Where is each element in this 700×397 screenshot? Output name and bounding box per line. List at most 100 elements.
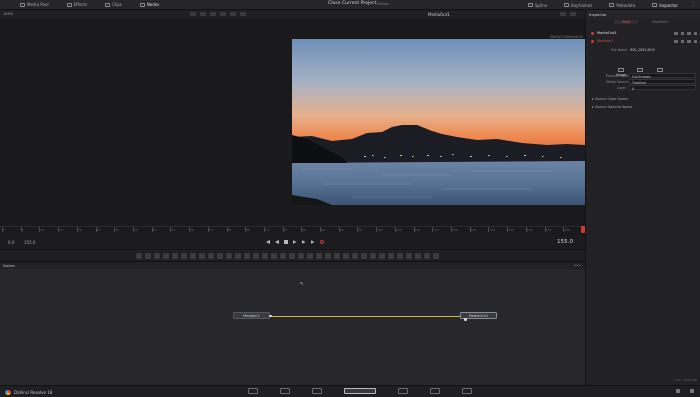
tool-icon[interactable] xyxy=(379,253,385,259)
tool-icon[interactable] xyxy=(370,253,376,259)
tool-icon[interactable] xyxy=(397,253,403,259)
keyframes-button[interactable]: Keyframes xyxy=(560,3,596,8)
tool-icon[interactable] xyxy=(298,253,304,259)
cut-page-icon[interactable] xyxy=(280,388,290,394)
media-source-label: Media Source xyxy=(606,80,629,84)
step-back-icon[interactable] xyxy=(275,240,279,244)
viewer-title: MediaOut1 xyxy=(428,11,450,17)
tool-icon[interactable] xyxy=(406,253,412,259)
tool-icon[interactable] xyxy=(154,253,160,259)
tool-icon[interactable] xyxy=(424,253,430,259)
toggle-icon[interactable] xyxy=(674,39,678,43)
spline-button[interactable]: Spline xyxy=(524,3,551,8)
more-options-icon[interactable]: ⋮ xyxy=(691,2,696,8)
viewer-option-icon[interactable] xyxy=(560,12,566,16)
source-gamma-space-section[interactable]: ▸ Source Gamma Space xyxy=(592,105,632,109)
zoom-select[interactable]: 100% xyxy=(3,12,13,16)
clips-button[interactable]: Clips xyxy=(101,2,126,7)
settings-icon[interactable] xyxy=(693,31,697,35)
media-page-icon[interactable] xyxy=(248,388,258,394)
media-source-select[interactable]: Timeline xyxy=(629,79,696,85)
tool-icon[interactable] xyxy=(181,253,187,259)
viewer-option-icon[interactable] xyxy=(240,12,246,16)
tool-icon[interactable] xyxy=(316,253,322,259)
media-out-row[interactable]: MediaOut1 xyxy=(586,29,700,37)
tool-icon[interactable] xyxy=(388,253,394,259)
viewer-option-icon[interactable] xyxy=(220,12,226,16)
tool-icon[interactable] xyxy=(208,253,214,259)
render-start-field[interactable]: 0.0 xyxy=(8,240,14,245)
settings-icon[interactable] xyxy=(690,389,694,393)
tool-icon[interactable] xyxy=(307,253,313,259)
viewer-option-icon[interactable] xyxy=(210,12,216,16)
tool-icon[interactable] xyxy=(235,253,241,259)
tool-icon[interactable] xyxy=(163,253,169,259)
reset-icon[interactable] xyxy=(687,31,691,35)
media-in-row[interactable]: MediaIn1 xyxy=(586,37,700,45)
inspector-header: Inspector xyxy=(586,10,700,18)
tool-icon[interactable] xyxy=(271,253,277,259)
tool-icon[interactable] xyxy=(352,253,358,259)
tool-icon[interactable] xyxy=(280,253,286,259)
home-icon[interactable] xyxy=(676,389,680,393)
nodes-menu-icon[interactable]: ••• xyxy=(574,263,581,268)
media-in-node[interactable]: MediaIn1 xyxy=(233,312,270,319)
viewer-option-icon[interactable] xyxy=(200,12,206,16)
tool-icon[interactable] xyxy=(262,253,268,259)
toggle-icon[interactable] xyxy=(674,31,678,35)
tool-icon[interactable] xyxy=(199,253,205,259)
color-page-icon[interactable] xyxy=(398,388,408,394)
file-name-value[interactable]: IMG_2981.MOV xyxy=(630,48,655,52)
node-editor[interactable] xyxy=(0,269,585,385)
tool-icon[interactable] xyxy=(325,253,331,259)
tool-icon[interactable] xyxy=(415,253,421,259)
loop-icon[interactable] xyxy=(319,240,324,244)
tool-icon[interactable] xyxy=(172,253,178,259)
step-forward-icon[interactable] xyxy=(301,240,306,244)
go-to-start-icon[interactable] xyxy=(266,240,270,244)
stop-icon[interactable] xyxy=(284,240,288,244)
tool-icon[interactable] xyxy=(145,253,151,259)
play-icon[interactable] xyxy=(292,240,297,244)
effects-button[interactable]: Effects xyxy=(63,2,92,7)
reset-icon[interactable] xyxy=(687,39,691,43)
time-ruler[interactable]: 0 5 10 15 20 25 30 35 40 45 50 55 60 65 70 75 80 85 90 95 10… xyxy=(0,226,589,236)
viewer-option-icon[interactable] xyxy=(570,12,576,16)
media-pool-button[interactable]: Media Pool xyxy=(16,2,53,7)
ruler-tick-label: 20 xyxy=(77,227,82,232)
tool-icon[interactable] xyxy=(343,253,349,259)
tool-icon[interactable] xyxy=(217,253,223,259)
settings-icon[interactable] xyxy=(693,39,697,43)
viewer-option-icon[interactable] xyxy=(230,12,236,16)
output-port[interactable] xyxy=(269,314,272,317)
tab-tools[interactable]: Tools xyxy=(614,20,639,24)
tool-icon[interactable] xyxy=(289,253,295,259)
fairlight-page-icon[interactable] xyxy=(430,388,440,394)
edit-page-icon[interactable] xyxy=(312,388,322,394)
tool-icon[interactable] xyxy=(433,253,439,259)
deliver-page-icon[interactable] xyxy=(462,388,472,394)
tool-icon[interactable] xyxy=(334,253,340,259)
tool-icon[interactable] xyxy=(361,253,367,259)
tool-icon[interactable] xyxy=(244,253,250,259)
viewer-option-icon[interactable] xyxy=(190,12,196,16)
nodes-button[interactable]: Nodes xyxy=(136,2,164,7)
tool-icon[interactable] xyxy=(226,253,232,259)
current-frame[interactable]: 155.0 xyxy=(557,239,573,245)
go-to-end-icon[interactable] xyxy=(310,240,315,244)
process-mode-select[interactable]: Full Frames xyxy=(629,73,696,79)
inspector-button[interactable]: Inspector xyxy=(648,3,682,8)
node-connection[interactable] xyxy=(270,315,462,317)
fusion-page-icon[interactable] xyxy=(344,388,376,394)
source-color-space-section[interactable]: ▸ Source Color Space xyxy=(592,97,628,101)
tool-icon[interactable] xyxy=(190,253,196,259)
tool-icon[interactable] xyxy=(136,253,142,259)
lock-icon[interactable] xyxy=(680,39,684,43)
layer-field[interactable]: 0 xyxy=(629,85,696,91)
tool-icon[interactable] xyxy=(253,253,259,259)
lock-icon[interactable] xyxy=(680,31,684,35)
tab-modifiers[interactable]: Modifiers xyxy=(652,20,667,24)
input-port[interactable] xyxy=(464,318,467,321)
render-end-field[interactable]: 155.0 xyxy=(24,240,35,245)
metadata-button[interactable]: Metadata xyxy=(605,3,639,8)
